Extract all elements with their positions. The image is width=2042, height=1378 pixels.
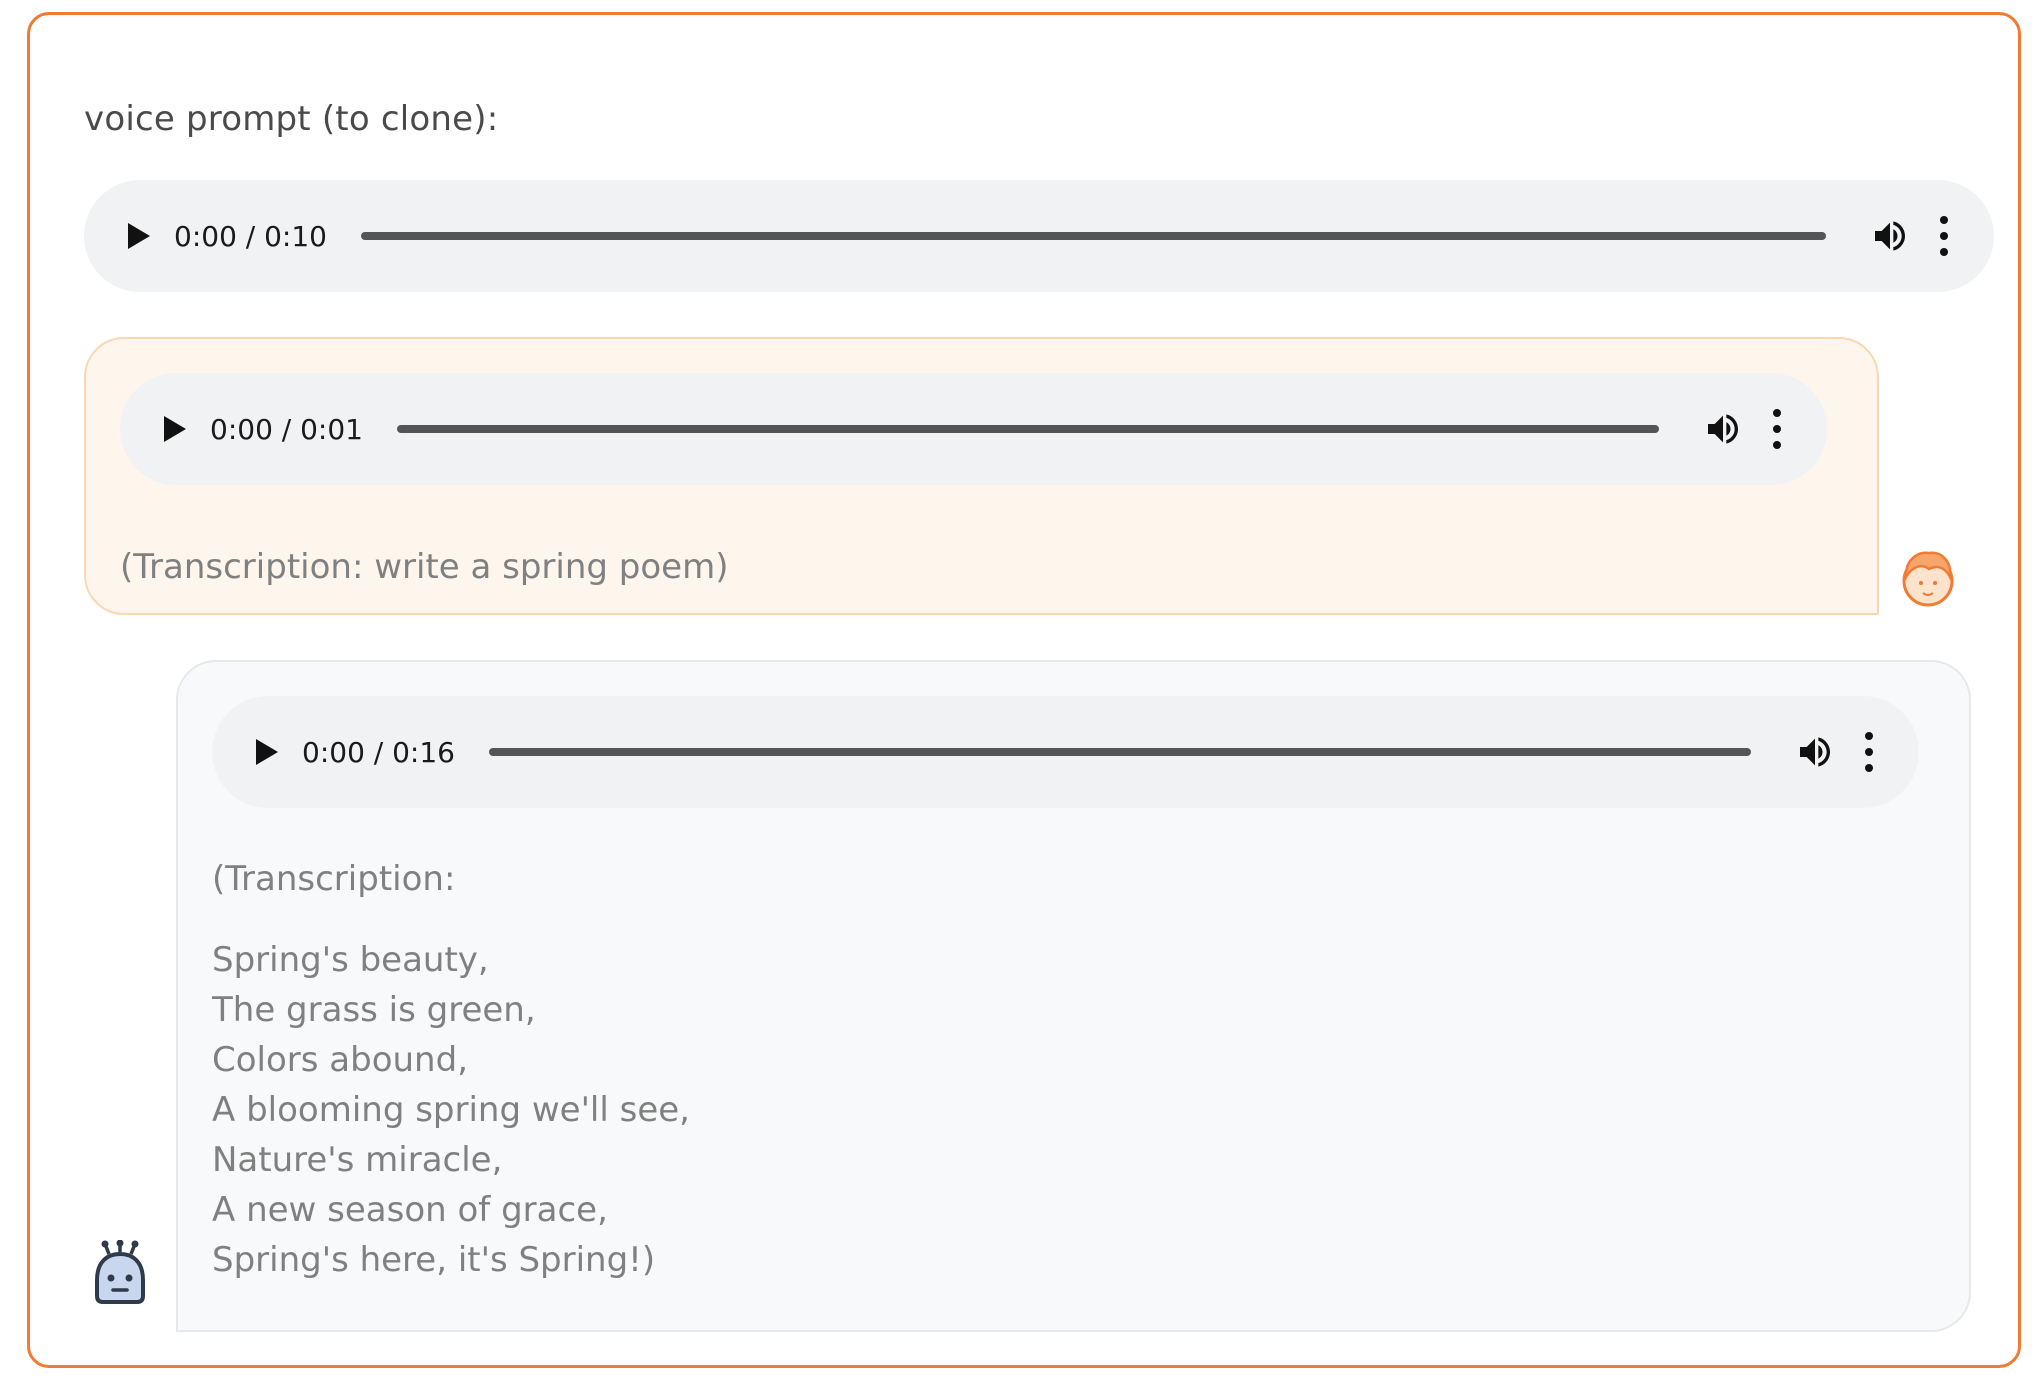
poem-line: The grass is green, [212, 990, 536, 1030]
poem-line: Colors abound, [212, 1040, 468, 1080]
poem-line: Spring's here, it's Spring!) [212, 1240, 656, 1280]
bot-transcription-header: (Transcription: [212, 859, 456, 899]
audio-progress-track[interactable] [489, 748, 1751, 756]
voice-prompt-label: voice prompt (to clone): [84, 99, 499, 139]
play-icon[interactable] [256, 739, 278, 765]
bot-audio-player[interactable]: 0:00 / 0:16 [212, 696, 1919, 808]
user-audio-player[interactable]: 0:00 / 0:01 [120, 373, 1827, 485]
audio-time: 0:00 / 0:10 [174, 219, 327, 253]
volume-icon[interactable] [1795, 732, 1835, 772]
bot-transcription-poem: Spring's beauty, The grass is green, Col… [212, 935, 690, 1285]
chat-container: voice prompt (to clone): 0:00 / 0:10 0:0… [27, 12, 2021, 1368]
audio-time: 0:00 / 0:01 [210, 412, 363, 446]
audio-progress-track[interactable] [361, 232, 1826, 240]
voice-prompt-audio-player[interactable]: 0:00 / 0:10 [84, 180, 1994, 292]
bot-message-bubble: 0:00 / 0:16 (Transcription: Spring's bea… [176, 660, 1971, 1332]
play-icon[interactable] [164, 416, 186, 442]
audio-time: 0:00 / 0:16 [302, 735, 455, 769]
user-transcription: (Transcription: write a spring poem) [120, 547, 729, 587]
volume-icon[interactable] [1870, 216, 1910, 256]
audio-progress-track[interactable] [397, 425, 1659, 433]
poem-line: Spring's beauty, [212, 940, 489, 980]
play-icon[interactable] [128, 223, 150, 249]
more-options-icon[interactable] [1771, 409, 1783, 449]
volume-icon[interactable] [1703, 409, 1743, 449]
user-face-icon [1902, 551, 1954, 607]
poem-line: A new season of grace, [212, 1190, 608, 1230]
poem-line: Nature's miracle, [212, 1140, 503, 1180]
more-options-icon[interactable] [1863, 732, 1875, 772]
robot-icon [95, 1240, 145, 1304]
poem-line: A blooming spring we'll see, [212, 1090, 690, 1130]
more-options-icon[interactable] [1938, 216, 1950, 256]
user-message-bubble: 0:00 / 0:01 (Transcription: write a spri… [84, 337, 1879, 615]
